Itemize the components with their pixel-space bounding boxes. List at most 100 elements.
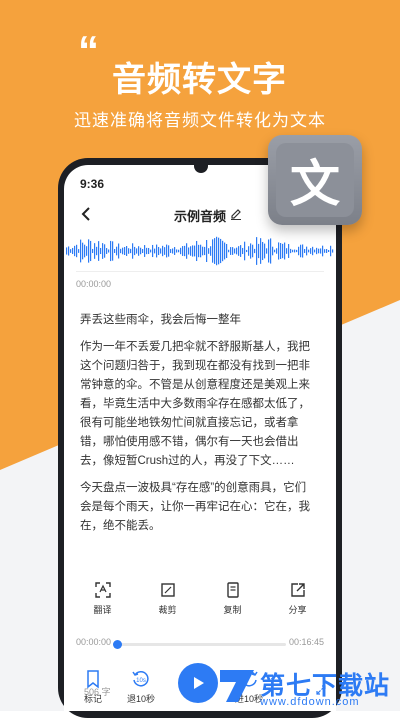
waveform-bar bbox=[156, 244, 158, 258]
waveform-bar bbox=[260, 238, 262, 264]
waveform-bar bbox=[242, 247, 244, 255]
waveform-bar bbox=[144, 245, 146, 257]
phone-screen: 9:36 示例音频 00:00:00 弄丢这些雨伞，我会后悔一整年 作为一年不丢… bbox=[64, 165, 336, 711]
waveform-bar bbox=[300, 244, 302, 258]
waveform-bar bbox=[230, 247, 232, 255]
translate-button[interactable]: 翻译 bbox=[75, 575, 131, 623]
waveform-bar bbox=[126, 246, 128, 256]
rewind-icon: 10s bbox=[132, 671, 149, 687]
rewind-label: 退10秒 bbox=[126, 694, 155, 704]
copy-button[interactable]: 复制 bbox=[205, 575, 261, 623]
waveform-bar bbox=[298, 246, 300, 256]
waveform-bar bbox=[254, 248, 256, 254]
playback-progress: 00:00:00 00:16:45 bbox=[64, 635, 336, 655]
rewind-10s-button[interactable]: 10s 退10秒 bbox=[116, 663, 166, 705]
bookmark-icon bbox=[87, 670, 99, 689]
waveform-bar bbox=[226, 243, 228, 259]
waveform-bar bbox=[186, 243, 188, 259]
transcript-paragraph: 作为一年不丢爱几把伞就不舒服斯基人，我把这个问题归咎于，我到现在都没有找到一把非… bbox=[80, 341, 310, 467]
waveform-bar bbox=[296, 249, 298, 253]
waveform-bar bbox=[308, 249, 310, 253]
waveform-bar bbox=[218, 237, 220, 265]
waveform-bar bbox=[160, 248, 162, 254]
waveform-bar bbox=[290, 248, 292, 254]
divider bbox=[76, 271, 324, 272]
waveform-bar bbox=[206, 240, 208, 262]
waveform-bar bbox=[286, 248, 288, 254]
waveform-bar bbox=[216, 236, 218, 266]
share-button[interactable]: 分享 bbox=[270, 575, 326, 623]
waveform-bar bbox=[154, 248, 156, 254]
waveform-bar bbox=[302, 244, 304, 258]
waveform-bar bbox=[106, 248, 108, 254]
play-icon bbox=[194, 677, 204, 689]
progress-knob[interactable] bbox=[113, 640, 123, 649]
text-badge-glyph: 文 bbox=[276, 143, 354, 217]
waveform-bar bbox=[118, 243, 120, 259]
waveform-bar bbox=[70, 249, 72, 253]
waveform-bar bbox=[196, 240, 198, 262]
waveform-bar bbox=[164, 247, 166, 255]
waveform-bar bbox=[130, 248, 132, 254]
waveform-bar bbox=[174, 247, 176, 255]
waveform-bar bbox=[124, 246, 126, 256]
waveform-bar bbox=[220, 238, 222, 264]
waveform-bar bbox=[68, 246, 70, 256]
waveform-bar bbox=[136, 248, 138, 254]
copy-label: 复制 bbox=[223, 605, 242, 615]
waveform-bar bbox=[224, 242, 226, 260]
text-badge: 文 bbox=[268, 135, 362, 225]
translate-label: 翻译 bbox=[93, 605, 112, 615]
waveform-bar bbox=[116, 246, 118, 256]
waveform-bar bbox=[152, 244, 154, 258]
waveform-bar bbox=[188, 247, 190, 255]
waveform-bar bbox=[232, 247, 234, 255]
waveform-bar bbox=[202, 246, 204, 256]
waveform-bar bbox=[252, 244, 254, 258]
waveform-bar bbox=[222, 240, 224, 262]
mark-button[interactable]: 标记 bbox=[68, 663, 118, 705]
share-icon bbox=[290, 583, 305, 597]
waveform-bar bbox=[180, 247, 182, 255]
waveform-bar bbox=[110, 240, 112, 262]
waveform-bar bbox=[92, 248, 94, 254]
waveform-bar bbox=[250, 243, 252, 259]
waveform-bar bbox=[266, 248, 268, 254]
waveform-bar bbox=[306, 246, 308, 256]
waveform-bar bbox=[104, 244, 106, 258]
waveform-bar bbox=[326, 248, 328, 254]
waveform-bar bbox=[142, 248, 144, 254]
waveform-bar bbox=[88, 239, 90, 263]
waveform-bar bbox=[96, 246, 98, 256]
waveform-bar bbox=[256, 237, 258, 265]
waveform-bar bbox=[248, 246, 250, 256]
progress-track[interactable] bbox=[113, 640, 286, 649]
waveform-bar bbox=[240, 245, 242, 257]
waveform-bar bbox=[208, 248, 210, 254]
waveform-bar bbox=[324, 249, 326, 253]
share-label: 分享 bbox=[288, 605, 307, 615]
waveform-bar bbox=[292, 249, 294, 253]
waveform-bar bbox=[312, 246, 314, 256]
mark-label: 标记 bbox=[83, 694, 102, 704]
waveform-bar bbox=[246, 249, 248, 253]
edit-pencil-icon[interactable] bbox=[230, 208, 242, 220]
waveform-bar bbox=[278, 242, 280, 260]
waveform-bar bbox=[238, 246, 240, 256]
waveform-bar bbox=[270, 238, 272, 264]
waveform-bar bbox=[170, 249, 172, 253]
waveform-bar bbox=[78, 249, 80, 253]
waveform-bar bbox=[258, 243, 260, 259]
waveform-bar bbox=[76, 244, 78, 258]
waveform-bar bbox=[122, 247, 124, 255]
hero-subtitle: 迅速准确将音频文件转化为文本 bbox=[74, 111, 326, 130]
crop-button[interactable]: 裁剪 bbox=[140, 575, 196, 623]
waveform-bar bbox=[94, 243, 96, 259]
watermark-logo-icon bbox=[220, 670, 254, 702]
audio-waveform[interactable] bbox=[64, 233, 336, 269]
transcript-text[interactable]: 弄丢这些雨伞，我会后悔一整年 作为一年不丢爱几把伞就不舒服斯基人，我把这个问题归… bbox=[80, 311, 314, 544]
waveform-bar bbox=[108, 249, 110, 253]
waveform-bar bbox=[272, 246, 274, 256]
transcript-paragraph: 弄丢这些雨伞，我会后悔一整年 bbox=[80, 314, 241, 326]
watermark-url: www.dfdown.com bbox=[260, 696, 360, 708]
